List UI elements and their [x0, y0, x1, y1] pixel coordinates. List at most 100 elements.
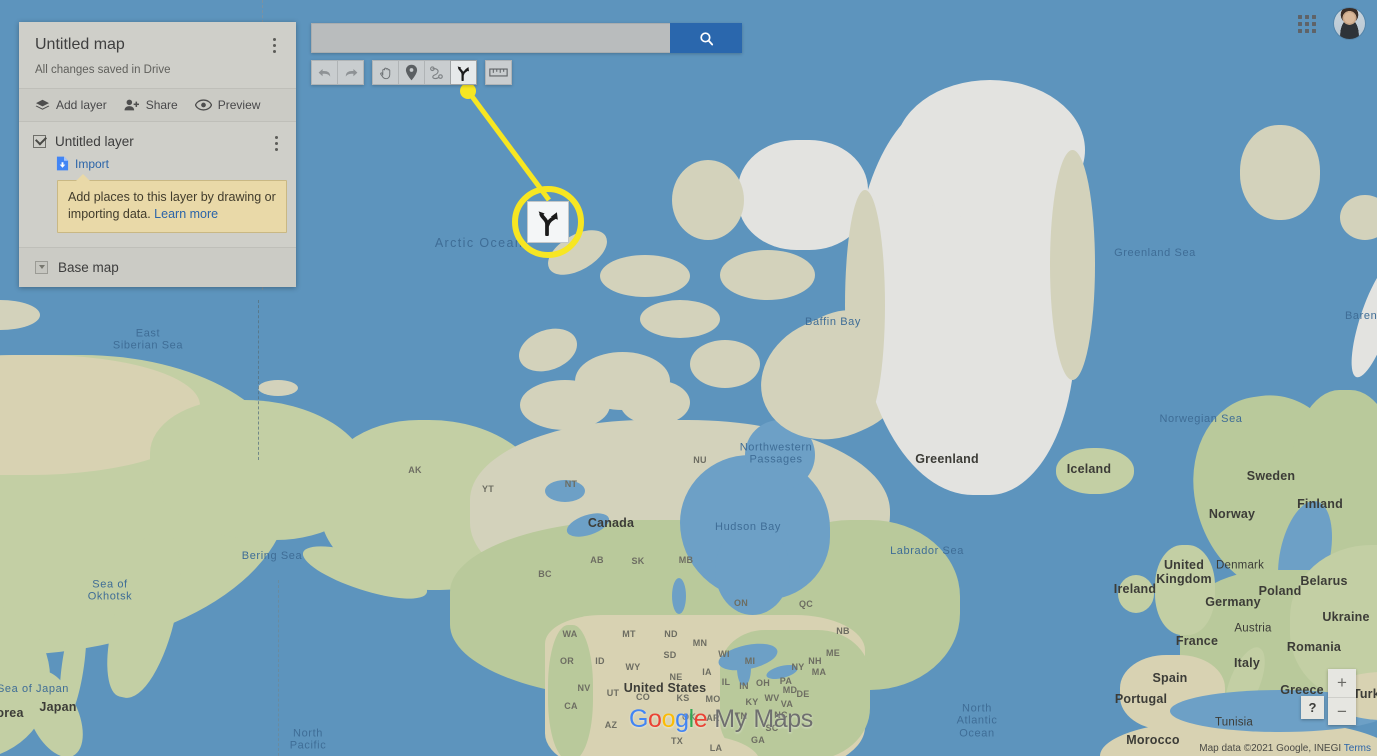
undo-arrow-icon: [318, 68, 330, 77]
toolbar-measure-group: [485, 60, 512, 85]
land-svalbard: [1240, 125, 1320, 220]
layer-visibility-checkbox[interactable]: [33, 135, 46, 148]
land-arctic-isle-b: [690, 340, 760, 388]
logo-letter-o1: o: [648, 705, 662, 733]
border-pacific-a: [258, 300, 259, 460]
draw-line-icon: [430, 65, 443, 79]
land-arctic-isle-a: [640, 300, 720, 338]
add-layer-label: Add layer: [56, 98, 107, 112]
help-button[interactable]: ?: [1301, 696, 1324, 719]
add-directions-button[interactable]: [450, 60, 477, 85]
apps-grid-icon[interactable]: [1294, 11, 1320, 37]
map-attribution: Map data ©2021 Google, INEGI Terms: [1199, 743, 1371, 754]
land-arctic-isle-c: [620, 380, 690, 425]
land-usa-west-coast: [548, 625, 593, 756]
map-options-menu-button[interactable]: [264, 34, 284, 56]
panel-action-bar: Add layer Share Preview: [19, 88, 296, 122]
land-novaya-zemlya: [1342, 258, 1377, 382]
map-label-sea: Greenland Sea: [1114, 246, 1196, 259]
map-title[interactable]: Untitled map: [35, 36, 280, 54]
logo-letter-e: e: [693, 705, 708, 733]
draw-toolbar: [311, 60, 512, 85]
add-layer-button[interactable]: Add layer: [35, 98, 107, 112]
water-lake-winnipeg: [672, 578, 686, 614]
measure-button[interactable]: [485, 60, 512, 85]
save-status: All changes saved in Drive: [35, 64, 171, 76]
water-great-bear-lake: [545, 480, 585, 502]
layer-row: Untitled layer: [33, 134, 280, 149]
kebab-dot: [274, 135, 278, 139]
layer-block: Untitled layer Import Add places to this…: [19, 122, 296, 247]
google-my-maps-app: Arctic Ocean Greenland Sea Baffin Bay East S…: [0, 0, 1377, 756]
account-bar: [1294, 8, 1365, 39]
base-map-label: Base map: [58, 259, 119, 275]
base-map-row[interactable]: Base map: [19, 246, 296, 287]
search-bar: [311, 23, 742, 53]
kebab-dot: [272, 43, 276, 47]
preview-label: Preview: [217, 98, 261, 112]
person-add-icon: [124, 99, 139, 111]
land-british-isles: [1155, 545, 1215, 635]
logo-letter-g1: G: [629, 705, 649, 733]
undo-button[interactable]: [311, 60, 338, 85]
directions-fork-icon: [538, 210, 558, 236]
map-label-sea: North Atlantic Ocean: [956, 702, 998, 740]
water-lake-michigan: [737, 650, 751, 686]
map-label-sea: East Siberian Sea: [112, 327, 184, 352]
kebab-dot: [274, 147, 278, 151]
layers-icon: [35, 99, 50, 110]
map-pin-icon: [405, 64, 418, 81]
water-hudson-bay-south: [715, 525, 790, 615]
map-label-sea: Arctic Ocean: [434, 236, 524, 250]
redo-button[interactable]: [337, 60, 364, 85]
land-greenland-coast-e: [1050, 150, 1095, 380]
import-file-icon: [56, 156, 69, 171]
google-my-maps-logo: G o o g l e My Maps: [629, 705, 813, 734]
kebab-dot: [272, 37, 276, 41]
land-new-siberian-islands: [0, 300, 40, 330]
import-label: Import: [75, 156, 110, 171]
preview-button[interactable]: Preview: [194, 98, 261, 112]
toolbar-tools-group: [372, 60, 477, 85]
layer-hint-tooltip: Add places to this layer by drawing or i…: [57, 174, 287, 233]
select-tool-button[interactable]: [372, 60, 399, 85]
share-button[interactable]: Share: [124, 98, 178, 112]
learn-more-link[interactable]: Learn more: [154, 207, 218, 221]
logo-product-name: My Maps: [714, 705, 813, 733]
add-marker-button[interactable]: [398, 60, 425, 85]
logo-letter-g2: g: [675, 705, 689, 733]
directions-fork-icon: [457, 65, 470, 81]
border-pacific-b: [278, 580, 279, 756]
search-input[interactable]: [311, 23, 670, 53]
draw-line-button[interactable]: [424, 60, 451, 85]
land-iceland: [1056, 448, 1134, 494]
land-axel-heiberg: [672, 160, 744, 240]
eye-icon: [194, 99, 212, 111]
land-franz-josef: [1340, 195, 1377, 240]
toolbar-history-group: [311, 60, 364, 85]
search-icon: [699, 31, 713, 45]
layer-options-menu-button[interactable]: [266, 132, 286, 154]
panel-header: Untitled map All changes saved in Drive: [19, 22, 296, 88]
ruler-icon: [489, 68, 508, 77]
land-greenland-coast-w: [845, 190, 885, 420]
land-wrangel-island: [258, 380, 298, 396]
kebab-dot: [274, 141, 278, 145]
map-label-sea: North Pacific: [289, 727, 327, 752]
land-melville-island: [600, 255, 690, 297]
avatar[interactable]: [1334, 8, 1365, 39]
terms-link[interactable]: Terms: [1344, 743, 1371, 754]
search-button[interactable]: [670, 23, 742, 53]
hand-pointer-icon: [379, 67, 390, 79]
land-arctic-isle-d: [520, 380, 610, 430]
land-devon-island: [720, 250, 815, 300]
attribution-text: Map data ©2021 Google, INEGI: [1199, 743, 1342, 754]
layer-name[interactable]: Untitled layer: [55, 134, 134, 149]
chevron-down-icon[interactable]: [35, 260, 48, 274]
import-button[interactable]: Import: [56, 156, 280, 171]
zoom-in-button[interactable]: +: [1328, 669, 1356, 697]
share-label: Share: [145, 98, 178, 112]
zoom-out-button[interactable]: −: [1328, 697, 1356, 725]
land-ireland: [1118, 575, 1154, 613]
callout-directions-icon-preview[interactable]: [527, 201, 569, 243]
